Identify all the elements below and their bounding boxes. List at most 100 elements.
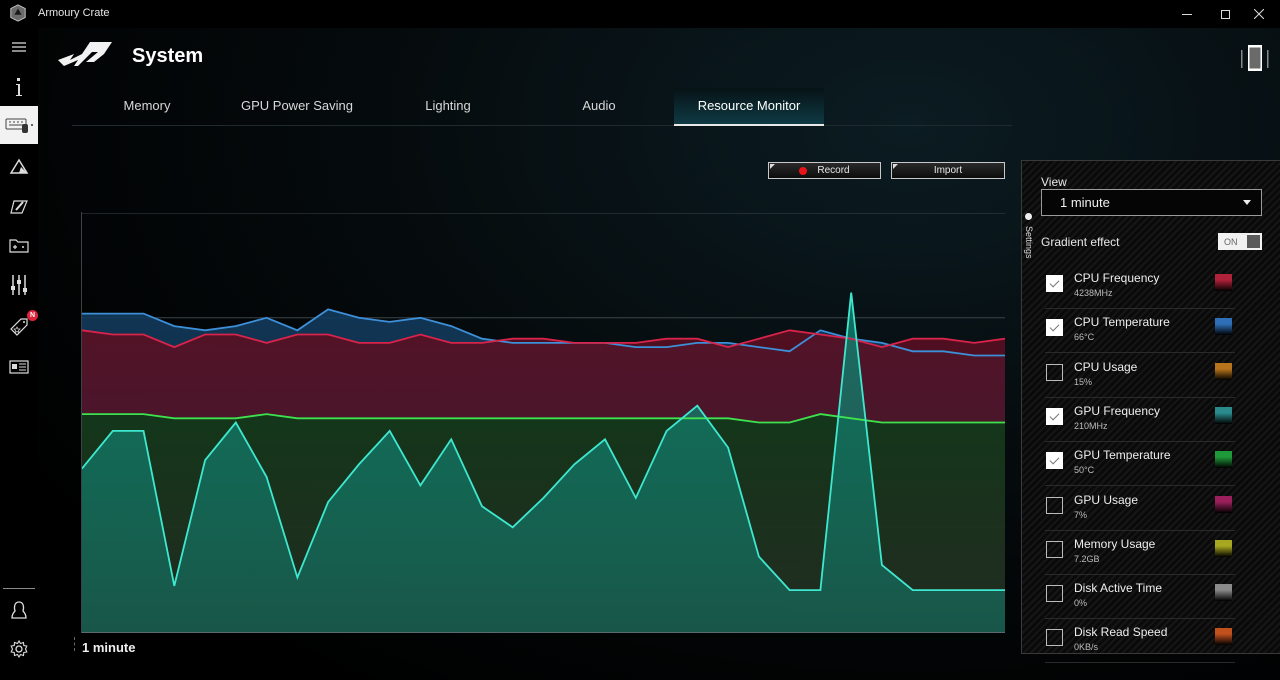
metric-item: GPU Usage 7% bbox=[1045, 487, 1235, 531]
metric-value: 50°C bbox=[1074, 465, 1095, 476]
user-icon bbox=[11, 601, 27, 619]
rog-logo-icon bbox=[58, 42, 112, 66]
metric-checkbox[interactable] bbox=[1046, 629, 1063, 647]
metric-value: 15% bbox=[1074, 376, 1093, 387]
metric-item: GPU Temperature 50°C bbox=[1045, 442, 1235, 487]
view-dropdown-value: 1 minute bbox=[1060, 195, 1110, 210]
sidebar-divider bbox=[3, 588, 35, 589]
metric-checkbox[interactable] bbox=[1046, 540, 1063, 558]
keyboard-mouse-icon bbox=[5, 118, 33, 133]
gear-icon bbox=[10, 640, 28, 658]
settings-tab-label[interactable]: Settings bbox=[1024, 226, 1034, 259]
metric-item: Memory Usage 7.2GB bbox=[1045, 531, 1235, 575]
metric-checkbox[interactable] bbox=[1046, 319, 1063, 337]
sliders-icon bbox=[11, 275, 27, 295]
chevron-down-icon bbox=[1243, 200, 1251, 205]
scenario-profile-icon bbox=[10, 200, 28, 214]
record-button[interactable]: Record bbox=[768, 162, 881, 179]
metric-color-swatch[interactable] bbox=[1215, 406, 1232, 424]
sidebar-item-tools[interactable] bbox=[0, 266, 38, 304]
sidebar-item-scenario[interactable] bbox=[0, 188, 38, 226]
sidebar-item-deals[interactable]: N bbox=[0, 308, 38, 346]
time-axis-tick bbox=[74, 637, 75, 651]
resource-monitor-chart bbox=[82, 213, 1005, 632]
metric-checkbox[interactable] bbox=[1046, 452, 1063, 470]
sidebar-menu-button[interactable] bbox=[0, 28, 38, 66]
metric-value: 210MHz bbox=[1074, 420, 1108, 431]
news-icon bbox=[9, 360, 29, 374]
settings-collapse-icon[interactable] bbox=[1025, 213, 1032, 220]
metric-value: 4238MHz bbox=[1074, 288, 1113, 298]
metric-name: GPU Temperature bbox=[1074, 448, 1171, 463]
metric-color-swatch[interactable] bbox=[1215, 495, 1232, 513]
metric-checkbox[interactable] bbox=[1046, 585, 1063, 603]
phone-device-icon[interactable] bbox=[1240, 42, 1270, 74]
close-button[interactable] bbox=[1236, 0, 1280, 28]
tag-icon bbox=[10, 318, 28, 336]
sidebar-item-user-center[interactable] bbox=[0, 591, 38, 629]
metric-item: CPU Temperature 66°C bbox=[1045, 309, 1235, 354]
aura-sync-icon bbox=[9, 158, 29, 174]
page-title: System bbox=[132, 45, 204, 67]
sidebar-item-game-library[interactable] bbox=[0, 226, 38, 264]
import-label: Import bbox=[933, 165, 963, 176]
sidebar-item-device[interactable] bbox=[0, 106, 38, 144]
metric-color-swatch[interactable] bbox=[1215, 318, 1232, 336]
metric-checkbox[interactable] bbox=[1046, 275, 1063, 292]
view-label: View bbox=[1041, 175, 1067, 189]
sidebar-item-info[interactable] bbox=[0, 68, 38, 106]
tab-lighting[interactable]: Lighting bbox=[373, 88, 523, 126]
minimize-icon bbox=[1182, 13, 1192, 15]
metric-value: 0KB/s bbox=[1074, 642, 1099, 653]
tab-gpu-power-saving[interactable]: GPU Power Saving bbox=[222, 88, 372, 126]
toggle-state-label: ON bbox=[1224, 236, 1238, 247]
metric-color-swatch[interactable] bbox=[1215, 451, 1232, 469]
tab-resource-monitor[interactable]: Resource Monitor bbox=[674, 88, 824, 126]
metric-value: 0% bbox=[1074, 598, 1088, 609]
sidebar: N bbox=[0, 28, 38, 680]
menu-icon bbox=[12, 42, 26, 52]
metric-name: GPU Usage bbox=[1074, 492, 1139, 507]
tab-audio[interactable]: Audio bbox=[524, 88, 674, 126]
armoury-crate-logo-icon bbox=[10, 4, 26, 22]
tab-bar: Memory GPU Power Saving Lighting Audio R… bbox=[72, 88, 1012, 126]
game-library-icon bbox=[9, 239, 29, 253]
metric-checkbox[interactable] bbox=[1046, 363, 1063, 381]
metric-item: CPU Usage 15% bbox=[1045, 354, 1235, 398]
metric-color-swatch[interactable] bbox=[1215, 274, 1232, 291]
metric-color-swatch[interactable] bbox=[1215, 539, 1232, 557]
sidebar-item-settings[interactable] bbox=[0, 630, 38, 668]
metric-name: Disk Active Time bbox=[1074, 581, 1163, 596]
metric-name: CPU Frequency bbox=[1074, 271, 1160, 285]
metric-name: CPU Usage bbox=[1074, 359, 1138, 374]
maximize-icon bbox=[1220, 9, 1230, 19]
metric-name: Disk Read Speed bbox=[1074, 625, 1168, 640]
import-button[interactable]: Import bbox=[891, 162, 1005, 179]
gradient-effect-toggle[interactable]: ON bbox=[1218, 233, 1262, 250]
record-dot-icon bbox=[799, 166, 808, 175]
metric-item: Disk Active Time 0% bbox=[1045, 575, 1235, 620]
metric-name: GPU Frequency bbox=[1074, 403, 1161, 418]
metric-color-swatch[interactable] bbox=[1215, 584, 1232, 602]
view-dropdown[interactable]: 1 minute bbox=[1041, 189, 1262, 216]
title-bar: Armoury Crate bbox=[0, 0, 1280, 28]
metric-value: 7% bbox=[1074, 509, 1088, 520]
record-label: Record bbox=[817, 165, 850, 176]
metric-name: Memory Usage bbox=[1074, 536, 1156, 551]
info-icon bbox=[16, 78, 22, 96]
sidebar-item-aura[interactable] bbox=[0, 148, 38, 186]
metric-color-swatch[interactable] bbox=[1215, 362, 1232, 380]
close-icon bbox=[1254, 9, 1264, 19]
metric-value: 7.2GB bbox=[1074, 553, 1100, 564]
toggle-knob bbox=[1247, 235, 1260, 248]
gradient-effect-label: Gradient effect bbox=[1041, 235, 1120, 249]
tab-memory[interactable]: Memory bbox=[72, 88, 222, 126]
sidebar-item-news[interactable] bbox=[0, 348, 38, 386]
metric-color-swatch[interactable] bbox=[1215, 628, 1232, 646]
metric-checkbox[interactable] bbox=[1046, 496, 1063, 514]
metric-name: CPU Temperature bbox=[1074, 315, 1170, 330]
metric-item: CPU Frequency 4238MHz bbox=[1045, 265, 1235, 309]
metric-checkbox[interactable] bbox=[1046, 407, 1063, 425]
metric-item: GPU Frequency 210MHz bbox=[1045, 398, 1235, 442]
new-badge: N bbox=[27, 310, 38, 321]
